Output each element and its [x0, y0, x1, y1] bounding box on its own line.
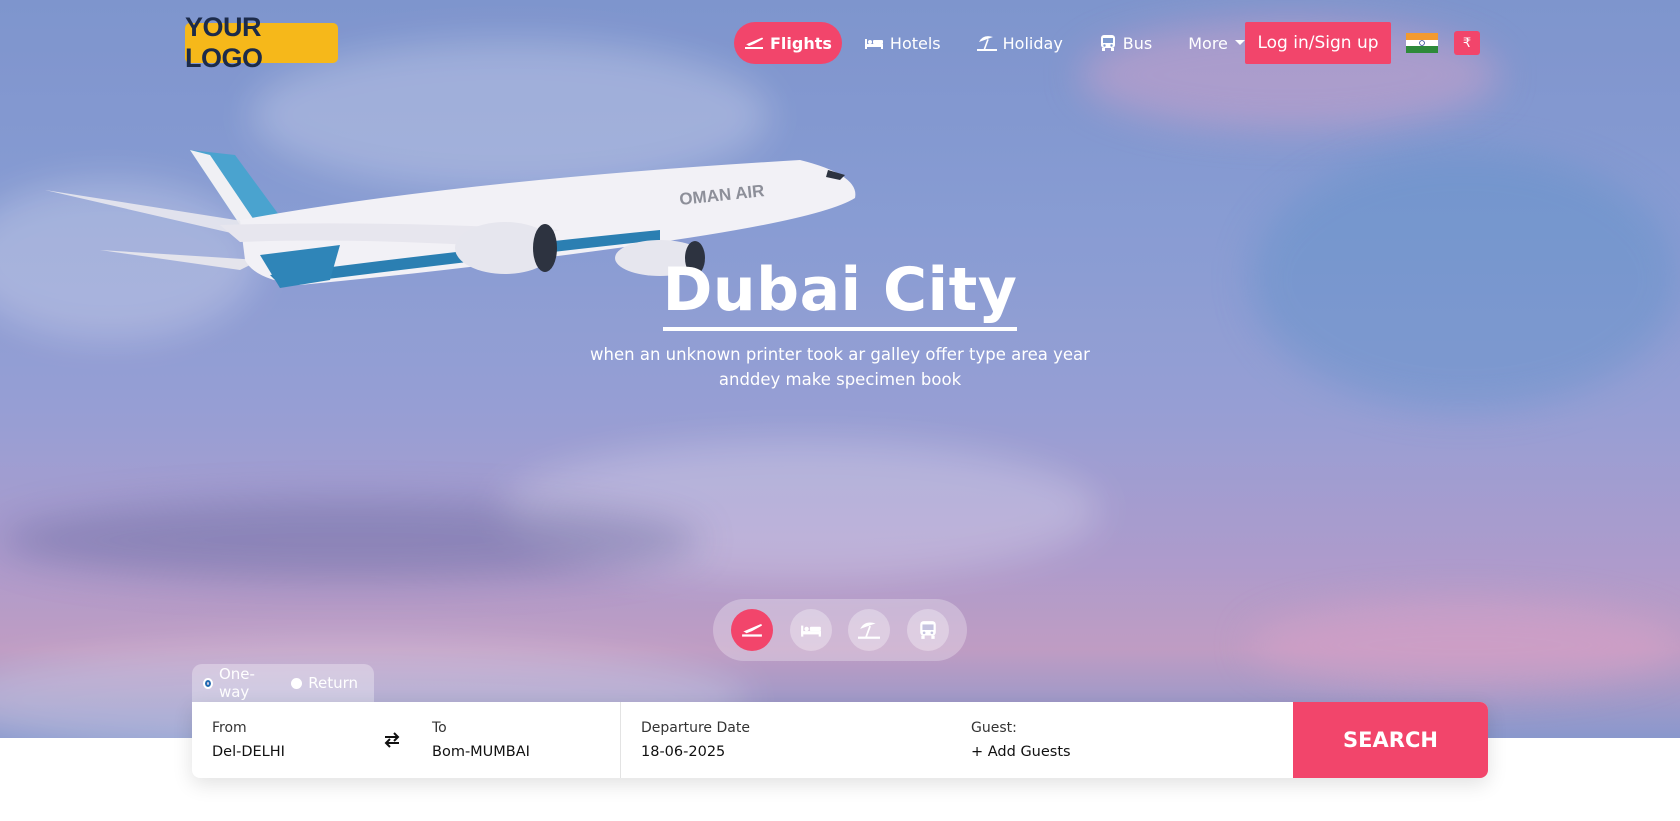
from-value[interactable]: Del-DELHI	[212, 744, 372, 760]
hero-title-text: Dubai City	[662, 255, 1018, 331]
currency-selector[interactable]: ₹	[1454, 31, 1480, 55]
service-switcher	[713, 599, 967, 661]
radio-return[interactable]: Return	[291, 674, 358, 692]
umbrella-beach-icon	[976, 36, 997, 51]
plane-icon	[745, 37, 763, 49]
departure-value[interactable]: 18-06-2025	[641, 744, 951, 760]
from-label: From	[212, 720, 247, 736]
hero-title: Dubai City	[0, 255, 1680, 331]
nav-label: Hotels	[889, 33, 941, 53]
bed-icon	[800, 625, 821, 637]
guest-label: Guest:	[971, 720, 1017, 736]
radio-one-way[interactable]: One-way	[203, 665, 275, 701]
radio-label: One-way	[218, 665, 255, 701]
swap-button[interactable]	[372, 702, 412, 778]
bus-icon	[919, 621, 936, 639]
umbrella-beach-icon	[858, 622, 881, 639]
nav-item-bus[interactable]: Bus	[1085, 22, 1166, 64]
to-value[interactable]: Bom-MUMBAI	[432, 744, 620, 760]
to-field[interactable]: To Bom-MUMBAI	[412, 702, 620, 778]
from-field[interactable]: From Del-DELHI	[192, 702, 372, 778]
swap-arrows-icon	[384, 732, 400, 748]
nav-label: Bus	[1122, 33, 1153, 53]
to-label: To	[432, 720, 447, 736]
nav-label: Flights	[770, 33, 832, 53]
service-holiday-button[interactable]	[848, 609, 891, 651]
service-hotels-button[interactable]	[789, 609, 832, 651]
radio-label: Return	[308, 674, 358, 692]
departure-label: Departure Date	[641, 720, 750, 736]
trip-type-tabs: One-way Return	[192, 664, 374, 702]
plane-icon	[742, 624, 763, 637]
nav-item-holiday[interactable]: Holiday	[963, 22, 1077, 64]
bus-icon	[1100, 35, 1115, 51]
add-guests-link[interactable]: + Add Guests	[971, 744, 1211, 760]
bed-icon	[864, 39, 883, 49]
login-signup-button[interactable]: Log in/Sign up	[1245, 22, 1391, 64]
india-flag-icon[interactable]	[1406, 33, 1438, 53]
service-flights-button[interactable]	[731, 609, 774, 651]
nav-label: Holiday	[1002, 33, 1063, 53]
radio-button[interactable]	[203, 677, 213, 689]
search-button[interactable]: SEARCH	[1293, 702, 1488, 778]
departure-date-field[interactable]: Departure Date 18-06-2025	[621, 702, 951, 778]
hero-subtitle: when an unknown printer took ar galley o…	[590, 345, 1090, 389]
flight-search-form: From Del-DELHI To Bom-MUMBAI Departure D…	[192, 702, 1488, 778]
nav-item-hotels[interactable]: Hotels	[850, 22, 955, 64]
main-nav: Flights Hotels Holiday Bus More	[734, 22, 1268, 64]
service-bus-button[interactable]	[906, 609, 949, 651]
nav-item-flights[interactable]: Flights	[734, 22, 842, 64]
nav-label: More	[1188, 33, 1228, 53]
radio-button[interactable]	[291, 677, 303, 689]
guest-field[interactable]: Guest: + Add Guests	[951, 702, 1211, 778]
site-logo[interactable]: YOUR LOGO	[185, 12, 338, 73]
